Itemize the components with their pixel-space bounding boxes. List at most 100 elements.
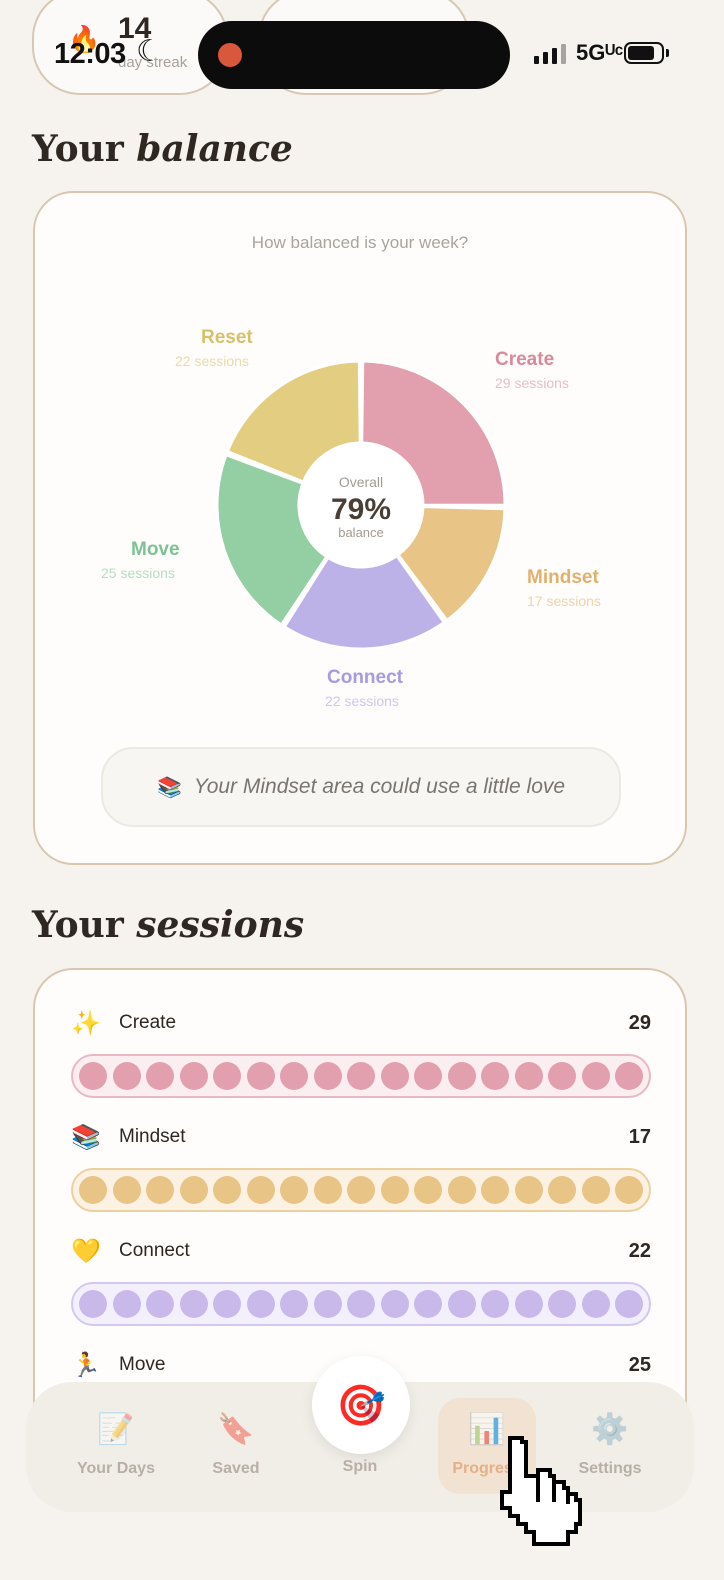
nav-label: Your Days	[77, 1460, 155, 1477]
session-dot	[347, 1062, 375, 1090]
session-dot	[246, 1290, 275, 1318]
session-dot	[213, 1290, 241, 1318]
session-dot	[414, 1290, 442, 1318]
nav-label: Saved	[212, 1460, 260, 1477]
session-count: 22	[628, 1239, 651, 1262]
session-dot	[146, 1290, 174, 1318]
books-icon: 📚	[156, 776, 182, 799]
session-dot	[179, 1290, 208, 1318]
session-dot	[447, 1062, 476, 1090]
segment-label-create: Create	[495, 349, 555, 370]
nav-saved[interactable]: 🔖 Saved	[186, 1412, 286, 1478]
session-name: Connect	[119, 1240, 190, 1261]
donut-center-value: 79%	[331, 493, 391, 526]
notepad-icon: 📝	[97, 1413, 135, 1446]
session-dot	[447, 1290, 476, 1318]
session-dot	[548, 1062, 576, 1090]
session-dot	[481, 1176, 509, 1204]
session-dot	[79, 1176, 107, 1204]
signal-icon	[534, 44, 566, 64]
session-dot	[280, 1290, 308, 1318]
session-dot	[615, 1062, 643, 1090]
session-dot	[380, 1176, 409, 1204]
session-dot	[615, 1176, 643, 1204]
session-dot	[514, 1290, 543, 1318]
bookmark-icon: 🔖	[217, 1413, 255, 1446]
session-dot	[146, 1176, 174, 1204]
session-dot	[514, 1062, 543, 1090]
session-dot	[179, 1062, 208, 1090]
sessions-section-title: Your sessions	[32, 904, 305, 946]
session-dot	[313, 1290, 342, 1318]
session-dot	[447, 1176, 476, 1204]
session-dot	[213, 1062, 241, 1090]
spin-button[interactable]: 🎯	[312, 1356, 410, 1454]
segment-label-connect: Connect	[327, 667, 403, 688]
session-dot	[112, 1290, 141, 1318]
session-dot	[112, 1062, 141, 1090]
balance-section-title: Your balance	[32, 128, 293, 170]
session-dot	[313, 1176, 342, 1204]
session-dot	[246, 1176, 275, 1204]
session-dot	[79, 1062, 107, 1090]
session-icon: 💛	[71, 1237, 101, 1265]
moon-icon: ☾	[136, 35, 163, 68]
session-dot	[581, 1176, 610, 1204]
session-dot	[280, 1176, 308, 1204]
hand-pointer-cursor-icon	[500, 1436, 582, 1546]
segment-label-mindset: Mindset	[527, 567, 599, 588]
session-row-connect: 💛 Connect 22	[71, 1234, 651, 1326]
session-dot	[548, 1176, 576, 1204]
session-dot	[380, 1290, 409, 1318]
segment-label-move: Move	[131, 539, 180, 560]
target-icon: 🎯	[336, 1383, 386, 1428]
session-row-mindset: 📚 Mindset 17	[71, 1120, 651, 1212]
session-dot	[581, 1062, 610, 1090]
segment-sessions-create: 29 sessions	[495, 375, 569, 391]
session-dot	[481, 1290, 509, 1318]
donut-center-label-bottom: balance	[338, 525, 384, 540]
session-dot	[548, 1290, 576, 1318]
session-dot	[313, 1062, 342, 1090]
battery-icon	[624, 42, 664, 64]
session-count: 17	[628, 1125, 651, 1148]
session-name: Mindset	[119, 1126, 186, 1147]
session-row-create: ✨ Create 29	[71, 1006, 651, 1098]
session-icon: 📚	[71, 1123, 101, 1151]
spin-label: Spin	[342, 1458, 378, 1475]
session-dot	[347, 1290, 375, 1318]
segment-label-reset: Reset	[201, 327, 253, 348]
network-label: 5Gᵁᶜ	[576, 40, 624, 65]
session-icon: ✨	[71, 1009, 101, 1037]
session-dot	[112, 1176, 141, 1204]
balance-hint: 📚 Your Mindset area could use a little l…	[101, 747, 621, 827]
dynamic-island	[198, 21, 510, 89]
session-dot	[79, 1290, 107, 1318]
session-dots-track	[71, 1282, 651, 1326]
session-dot	[146, 1062, 174, 1090]
nav-your-days[interactable]: 📝 Your Days	[66, 1412, 166, 1478]
segment-sessions-move: 25 sessions	[101, 565, 175, 581]
session-count: 29	[628, 1011, 651, 1034]
session-dots-track	[71, 1054, 651, 1098]
session-dot	[514, 1176, 543, 1204]
session-name: Create	[119, 1012, 177, 1033]
session-dot	[581, 1290, 610, 1318]
balance-card: How balanced is your week? Overall 79% bal…	[33, 191, 687, 865]
session-dot	[615, 1290, 643, 1318]
balance-donut-chart: Overall 79%balance	[215, 359, 507, 651]
donut-center-label-top: Overall	[339, 474, 383, 490]
session-dot	[414, 1176, 442, 1204]
session-icon: 🏃	[71, 1351, 101, 1379]
segment-sessions-connect: 22 sessions	[325, 693, 399, 709]
session-count: 25	[628, 1353, 651, 1376]
session-dot	[481, 1062, 509, 1090]
segment-sessions-reset: 22 sessions	[175, 353, 249, 369]
session-dot	[380, 1062, 409, 1090]
session-dot	[246, 1062, 275, 1090]
session-dots-track	[71, 1168, 651, 1212]
recording-indicator-icon	[218, 43, 242, 67]
session-dot	[213, 1176, 241, 1204]
segment-sessions-mindset: 17 sessions	[527, 593, 601, 609]
session-dot	[280, 1062, 308, 1090]
